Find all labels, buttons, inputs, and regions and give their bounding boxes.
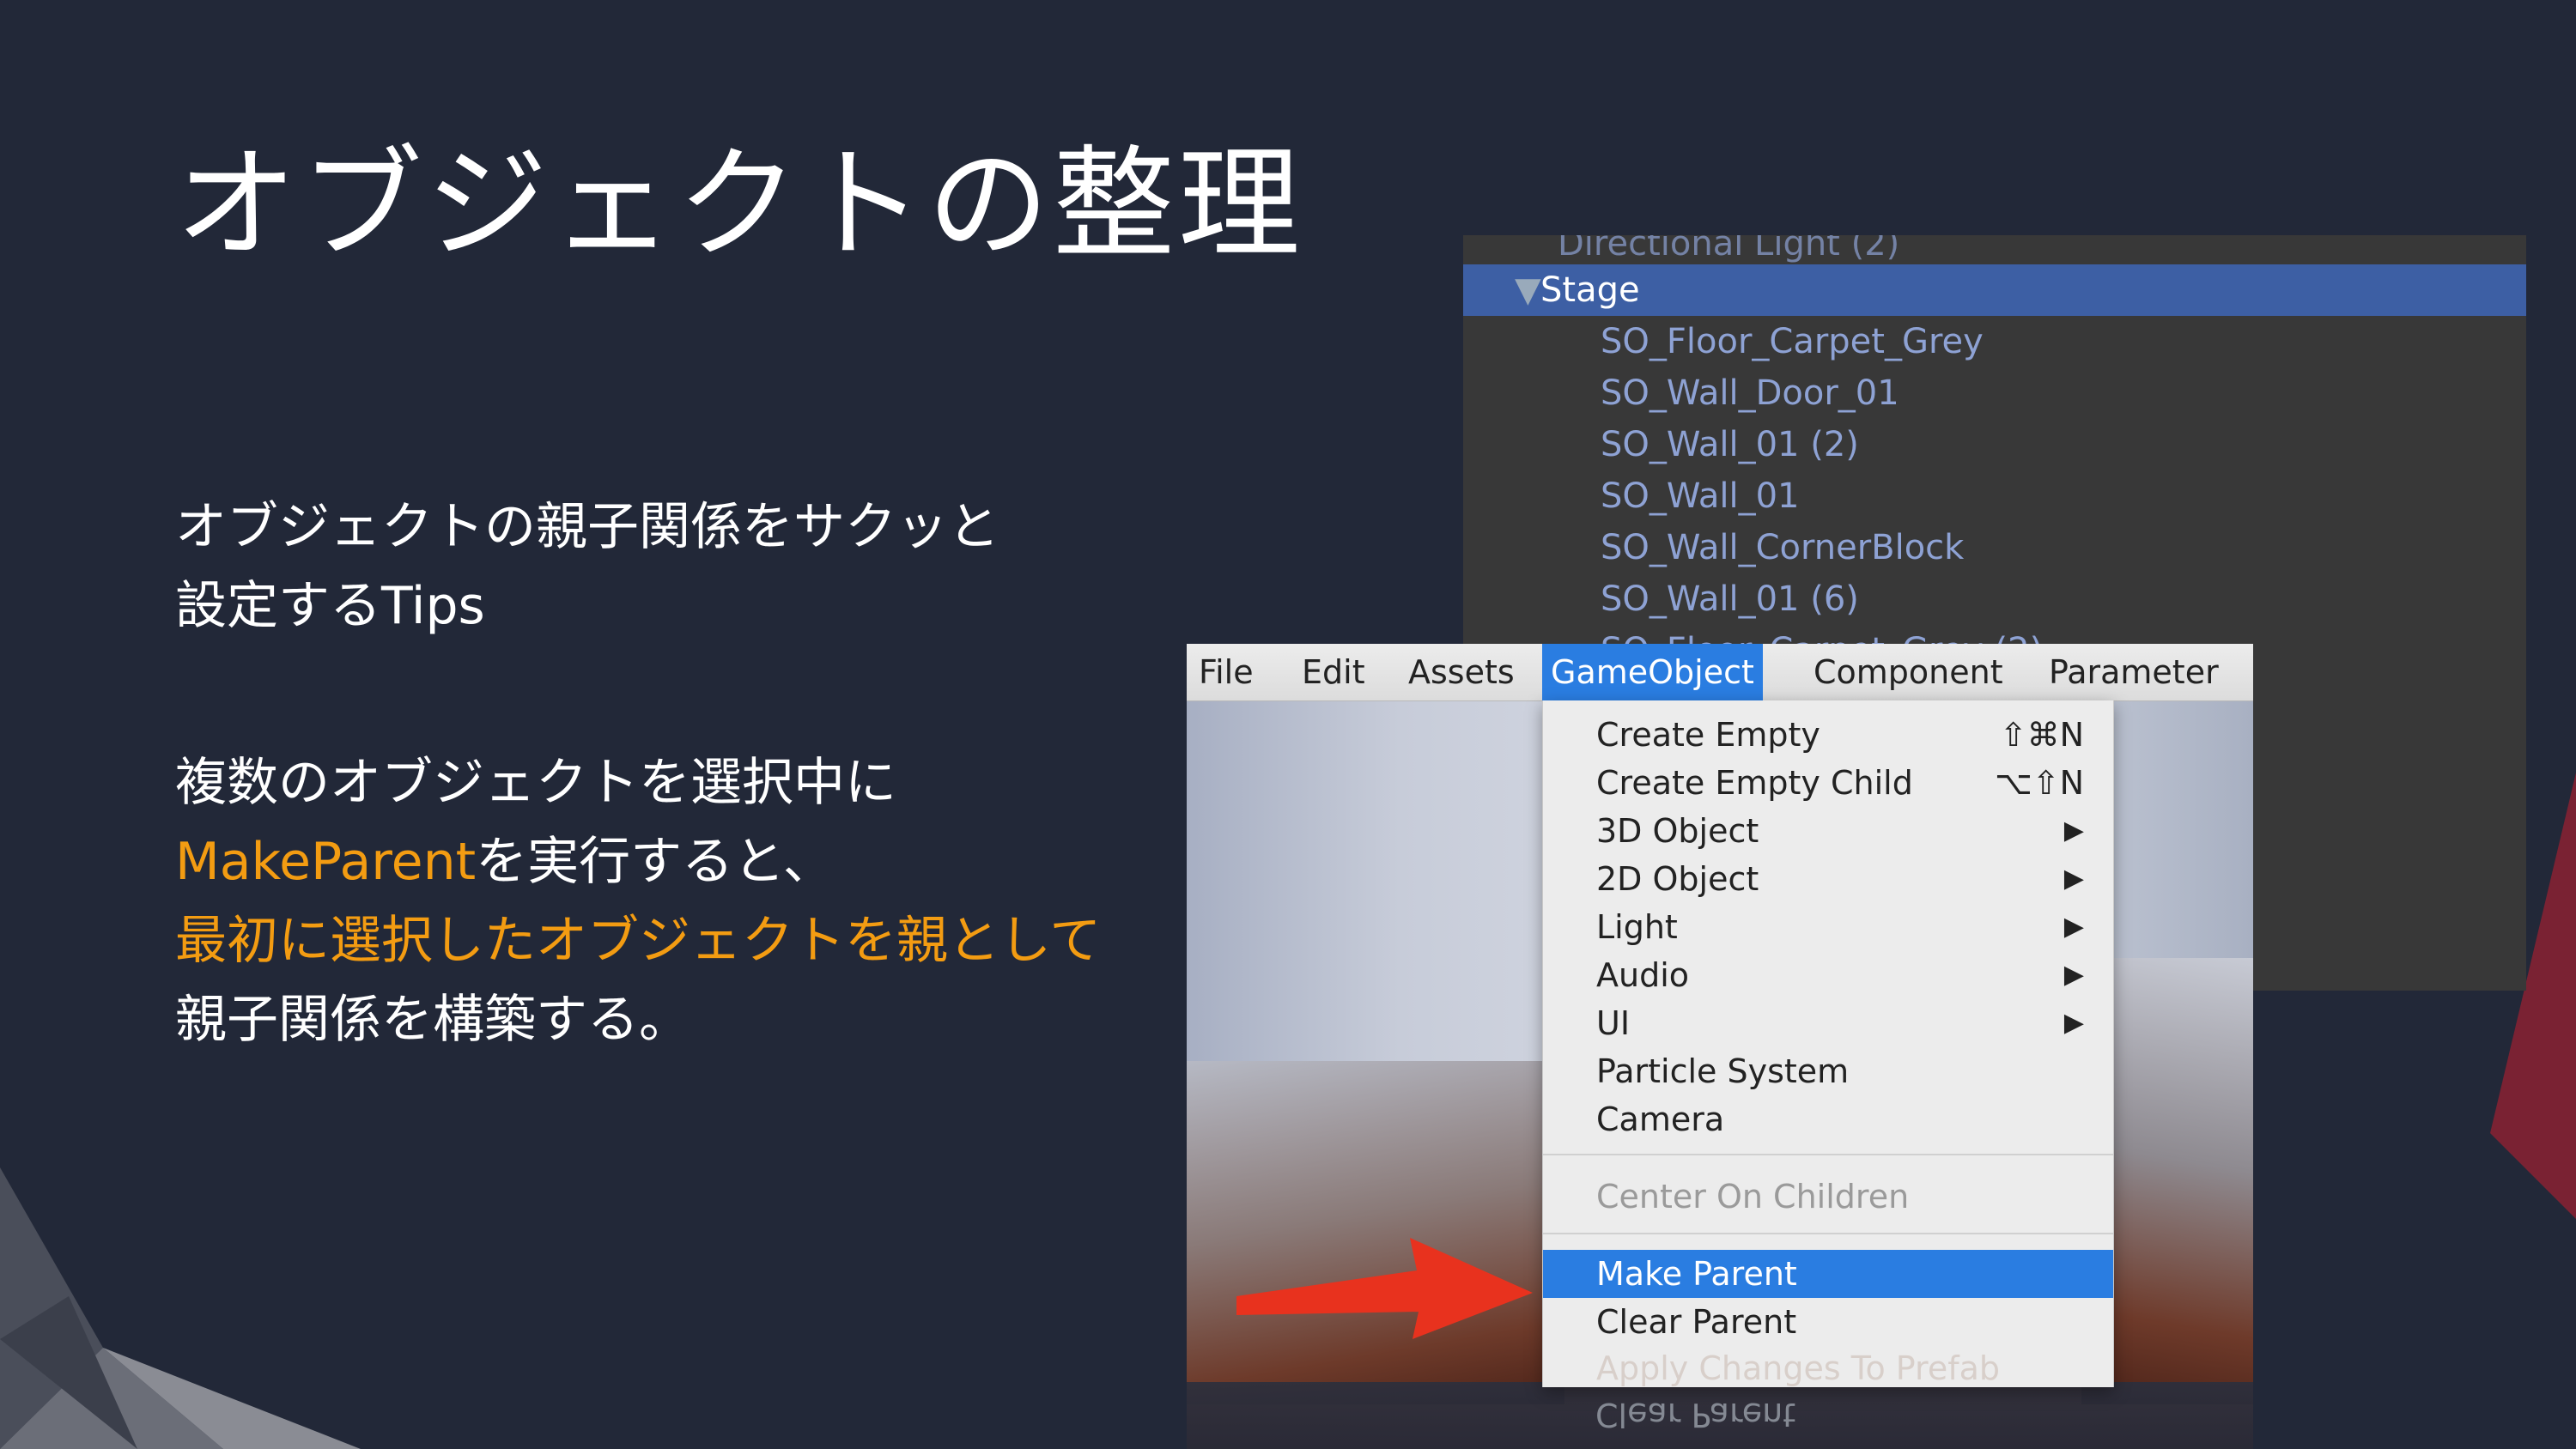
- menu-item-ui[interactable]: UI ▶: [1543, 999, 2113, 1047]
- menu-item-label: Center On Children: [1596, 1178, 1910, 1216]
- menu-bar: File Edit Assets GameObject Component Pa…: [1187, 644, 2253, 701]
- hierarchy-item[interactable]: SO_Wall_CornerBlock: [1463, 522, 2526, 573]
- make-parent-keyword: MakeParent: [175, 832, 477, 892]
- hierarchy-item-label: Stage: [1540, 270, 1640, 310]
- menu-item-label: UI: [1596, 1004, 1631, 1042]
- menu-item-label: Create Empty Child: [1596, 764, 1913, 802]
- gameobject-dropdown: Create Empty ⇧⌘N Create Empty Child ⌥⇧N …: [1542, 700, 2114, 1387]
- menu-item-label: Clear Parent: [1596, 1303, 1797, 1341]
- intro-line-2: 設定するTips: [175, 576, 485, 636]
- hierarchy-item[interactable]: SO_Wall_Door_01: [1463, 367, 2526, 419]
- menu-item-2d-object[interactable]: 2D Object ▶: [1543, 855, 2113, 903]
- submenu-arrow-icon: ▶: [2063, 864, 2084, 894]
- submenu-arrow-icon: ▶: [2063, 960, 2084, 990]
- menu-item-audio[interactable]: Audio ▶: [1543, 951, 2113, 999]
- menu-item-center-on-children: Center On Children: [1543, 1173, 2113, 1221]
- red-arrow-icon: [1236, 1238, 1533, 1339]
- submenu-arrow-icon: ▶: [2063, 912, 2084, 942]
- menu-parameter[interactable]: Parameter: [2040, 644, 2227, 700]
- menu-item-label: Create Empty: [1596, 716, 1820, 754]
- menu-item-label: Light: [1596, 908, 1678, 946]
- desc-line-2-rest: を実行すると、: [476, 832, 835, 892]
- menu-item-light[interactable]: Light ▶: [1543, 903, 2113, 951]
- desc-line-1: 複数のオブジェクトを選択中に: [175, 753, 896, 813]
- menu-assets[interactable]: Assets: [1400, 644, 1523, 700]
- menu-item-make-parent[interactable]: Make Parent: [1543, 1250, 2113, 1298]
- menu-edit[interactable]: Edit: [1293, 644, 1374, 700]
- shortcut-label: ⇧⌘N: [1999, 716, 2084, 754]
- hierarchy-item[interactable]: SO_Wall_01: [1463, 470, 2526, 522]
- hierarchy-item-stage[interactable]: ▼Stage: [1463, 264, 2526, 316]
- submenu-arrow-icon: ▶: [2063, 815, 2084, 846]
- menu-file[interactable]: File: [1190, 644, 1262, 700]
- slide-title: オブジェクトの整理: [175, 134, 1303, 276]
- menu-item-particle-system[interactable]: Particle System: [1543, 1047, 2113, 1095]
- menu-reflection-text: Clear Parent: [1595, 1396, 1796, 1434]
- menu-item-label: 2D Object: [1596, 860, 1759, 898]
- shortcut-label: ⌥⇧N: [1994, 764, 2084, 802]
- intro-line-1: オブジェクトの親子関係をサクッと: [175, 497, 999, 557]
- menu-item-apply-changes-to-prefab: Apply Changes To Prefab: [1596, 1349, 2001, 1387]
- menu-separator: [1543, 1154, 2113, 1155]
- intro-text: オブジェクトの親子関係をサクッと 設定するTips: [175, 488, 999, 646]
- menu-item-3d-object[interactable]: 3D Object ▶: [1543, 807, 2113, 855]
- menu-item-clear-parent[interactable]: Clear Parent: [1543, 1298, 2113, 1346]
- menu-item-camera[interactable]: Camera: [1543, 1095, 2113, 1143]
- menu-separator: [1543, 1233, 2113, 1234]
- hierarchy-item[interactable]: SO_Wall_01 (2): [1463, 419, 2526, 470]
- menu-item-create-empty-child[interactable]: Create Empty Child ⌥⇧N: [1543, 759, 2113, 807]
- hierarchy-item[interactable]: SO_Wall_01 (6): [1463, 573, 2526, 625]
- menu-item-label: Camera: [1596, 1100, 1725, 1138]
- menu-item-create-empty[interactable]: Create Empty ⇧⌘N: [1543, 711, 2113, 759]
- submenu-arrow-icon: ▶: [2063, 1008, 2084, 1038]
- desc-line-3-highlight: 最初に選択したオブジェクトを親として: [175, 911, 1102, 971]
- hierarchy-item[interactable]: SO_Floor_Carpet_Grey: [1463, 316, 2526, 367]
- menu-item-label: Make Parent: [1596, 1255, 1797, 1293]
- decor-polygons-left: [0, 1167, 361, 1449]
- desc-line-2: MakeParentを実行すると、: [175, 822, 1101, 901]
- menu-item-label: 3D Object: [1596, 812, 1759, 850]
- expand-triangle-icon[interactable]: ▼: [1515, 264, 1541, 316]
- menu-item-label: Particle System: [1596, 1052, 1850, 1090]
- menu-item-label: Audio: [1596, 956, 1690, 994]
- desc-line-4: 親子関係を構築する。: [175, 990, 690, 1050]
- menu-gameobject[interactable]: GameObject: [1542, 644, 1763, 700]
- menu-component[interactable]: Component: [1805, 644, 2012, 700]
- description-text: 複数のオブジェクトを選択中に MakeParentを実行すると、 最初に選択した…: [175, 743, 1101, 1059]
